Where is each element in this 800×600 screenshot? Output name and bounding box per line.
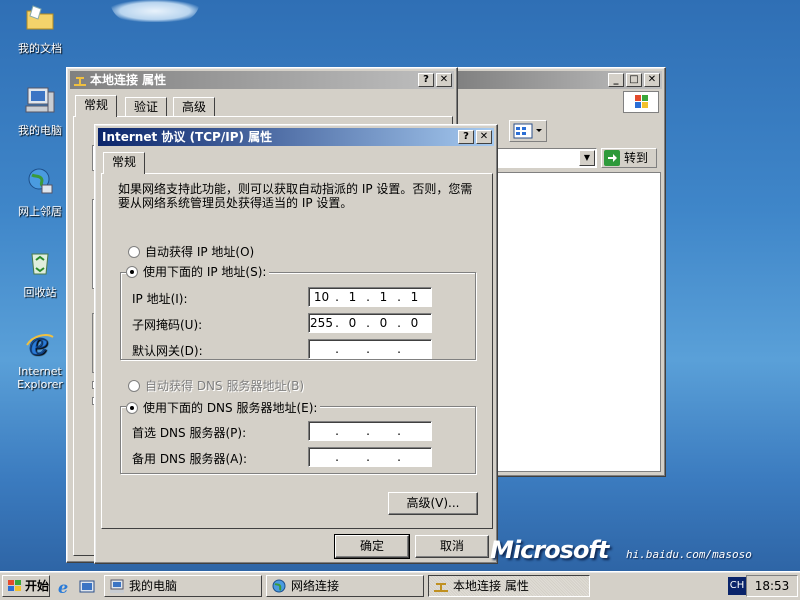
mask-octet-2: 0 [348, 316, 357, 330]
computer-icon [25, 87, 55, 113]
ip-address-input[interactable]: 10. 1. 1. 1 [308, 287, 432, 307]
desktop-icon-my-documents[interactable]: 我的文档 [8, 2, 72, 56]
minimize-icon[interactable]: _ [608, 73, 624, 87]
ok-button[interactable]: 确定 [334, 534, 410, 559]
auto-dns-label: 自动获得 DNS 服务器地址(B) [145, 379, 305, 393]
desktop-icon-label: 回收站 [23, 286, 57, 299]
task-label: 网络连接 [291, 579, 340, 593]
go-label: 转到 [624, 151, 649, 165]
ip-octet-2: 1 [348, 290, 357, 304]
tcpip-title: Internet 协议 (TCP/IP) 属性 [102, 130, 273, 144]
preferred-dns-input[interactable]: . . . [308, 421, 432, 441]
network-globe-icon [28, 168, 53, 194]
clock[interactable]: 18:53 [746, 575, 798, 597]
svg-text:e: e [29, 327, 48, 359]
windows-logo-icon [8, 580, 21, 591]
auto-dns-radio[interactable]: 自动获得 DNS 服务器地址(B) [128, 378, 308, 394]
ip-octet-3: 1 [379, 290, 388, 304]
subnet-mask-label: 子网掩码(U): [132, 318, 203, 332]
desktop-icon-my-computer[interactable]: 我的电脑 [8, 84, 72, 138]
preferred-dns-label: 首选 DNS 服务器(P): [132, 426, 247, 440]
manual-dns-radio[interactable]: 使用下面的 DNS 服务器地址(E): [126, 400, 321, 416]
quicklaunch-desktop-icon[interactable] [78, 578, 96, 596]
mask-octet-3: 0 [379, 316, 388, 330]
desktop-icon-internet-explorer[interactable]: e Internet Explorer [8, 327, 72, 391]
close-icon[interactable]: ✕ [436, 73, 452, 87]
recycle-bin-icon [31, 253, 49, 275]
help-icon[interactable]: ? [458, 130, 474, 144]
ip-octet-4: 1 [410, 290, 419, 304]
desktop-icon-network[interactable]: 网上邻居 [8, 165, 72, 219]
task-network-connections[interactable]: 网络连接 [266, 575, 424, 597]
task-label: 我的电脑 [129, 579, 178, 593]
advanced-button[interactable]: 高级(V)... [388, 492, 478, 515]
gateway-label: 默认网关(D): [132, 344, 203, 358]
manual-ip-label: 使用下面的 IP 地址(S): [143, 265, 267, 279]
svg-text:e: e [58, 578, 68, 596]
tab-advanced[interactable]: 高级 [173, 97, 216, 117]
views-button[interactable] [509, 120, 547, 142]
close-icon[interactable]: ✕ [644, 73, 660, 87]
desktop-icon-recycle-bin[interactable]: 回收站 [8, 246, 72, 300]
auto-ip-label: 自动获得 IP 地址(O) [145, 245, 255, 259]
tab-general[interactable]: 常规 [103, 152, 146, 174]
go-button[interactable]: 转到 [601, 148, 657, 168]
properties-title: 本地连接 属性 [90, 73, 167, 87]
mask-octet-4: 0 [410, 316, 419, 330]
task-label: 本地连接 属性 [453, 579, 529, 593]
start-label: 开始 [25, 579, 50, 593]
help-icon[interactable]: ? [418, 73, 434, 87]
mask-octet-1: 255 [310, 316, 333, 330]
cancel-button[interactable]: 取消 [415, 535, 489, 558]
manual-dns-label: 使用下面的 DNS 服务器地址(E): [143, 401, 318, 415]
explorer-content-pane[interactable] [493, 172, 661, 472]
ip-address-label: IP 地址(I): [132, 292, 188, 306]
tcpip-panel: 如果网络支持此功能，则可以获取自动指派的 IP 设置。否则，您需要从网络系统管理… [101, 173, 493, 529]
task-local-connection-properties[interactable]: 本地连接 属性 [428, 575, 590, 597]
alternate-dns-input[interactable]: . . . [308, 447, 432, 467]
computer-icon [110, 579, 124, 593]
radio-selected-icon [126, 266, 138, 278]
taskbar: 开始 e 我的电脑 网络连接 本地连接 属性 CH 18:53 [0, 571, 800, 600]
radio-selected-icon [126, 402, 138, 414]
properties-titlebar: 本地连接 属性 ? ✕ [70, 71, 454, 89]
desktop-icon-label: 我的电脑 [18, 124, 62, 137]
folder-icon [26, 5, 54, 30]
network-globe-icon [272, 579, 286, 593]
desktop-icon-label: 网上邻居 [18, 205, 62, 218]
explorer-titlebar: _ □ ✕ [456, 71, 662, 89]
desktop-icon-label: 我的文档 [18, 42, 62, 55]
quicklaunch-ie-icon[interactable]: e [56, 578, 74, 597]
radio-icon [128, 246, 140, 258]
go-arrow-icon [604, 150, 620, 166]
task-my-computer[interactable]: 我的电脑 [104, 575, 262, 597]
manual-ip-radio[interactable]: 使用下面的 IP 地址(S): [126, 264, 270, 280]
subnet-mask-input[interactable]: 255. 0. 0. 0 [308, 313, 432, 333]
auto-ip-radio[interactable]: 自动获得 IP 地址(O) [128, 244, 258, 260]
start-button[interactable]: 开始 [2, 575, 50, 597]
chevron-down-icon[interactable]: ▼ [579, 150, 595, 166]
internet-explorer-icon: e [26, 327, 54, 362]
windows-flag-icon [623, 91, 659, 113]
desktop-icon-label: Internet Explorer [17, 365, 63, 391]
tab-authentication[interactable]: 验证 [125, 97, 168, 117]
maximize-icon[interactable]: □ [626, 73, 642, 87]
desktop-cloud [110, 0, 200, 22]
gateway-input[interactable]: . . . [308, 339, 432, 359]
radio-icon [128, 380, 140, 392]
tcpip-properties-dialog: Internet 协议 (TCP/IP) 属性 ? ✕ 常规 如果网络支持此功能… [94, 124, 498, 564]
microsoft-logo: Microsoft [490, 536, 609, 564]
tcpip-titlebar: Internet 协议 (TCP/IP) 属性 ? ✕ [98, 128, 494, 146]
alternate-dns-label: 备用 DNS 服务器(A): [132, 452, 248, 466]
intro-text: 如果网络支持此功能，则可以获取自动指派的 IP 设置。否则，您需要从网络系统管理… [118, 182, 473, 210]
close-icon[interactable]: ✕ [476, 130, 492, 144]
network-connection-icon [74, 77, 86, 86]
tab-general[interactable]: 常规 [75, 95, 118, 117]
watermark: hi.baidu.com/masoso [626, 548, 752, 561]
views-icon [513, 123, 542, 139]
language-indicator[interactable]: CH [728, 577, 746, 595]
network-connection-icon [434, 583, 448, 592]
ip-octet-1: 10 [313, 290, 330, 304]
address-input[interactable]: ▼ [493, 148, 597, 168]
